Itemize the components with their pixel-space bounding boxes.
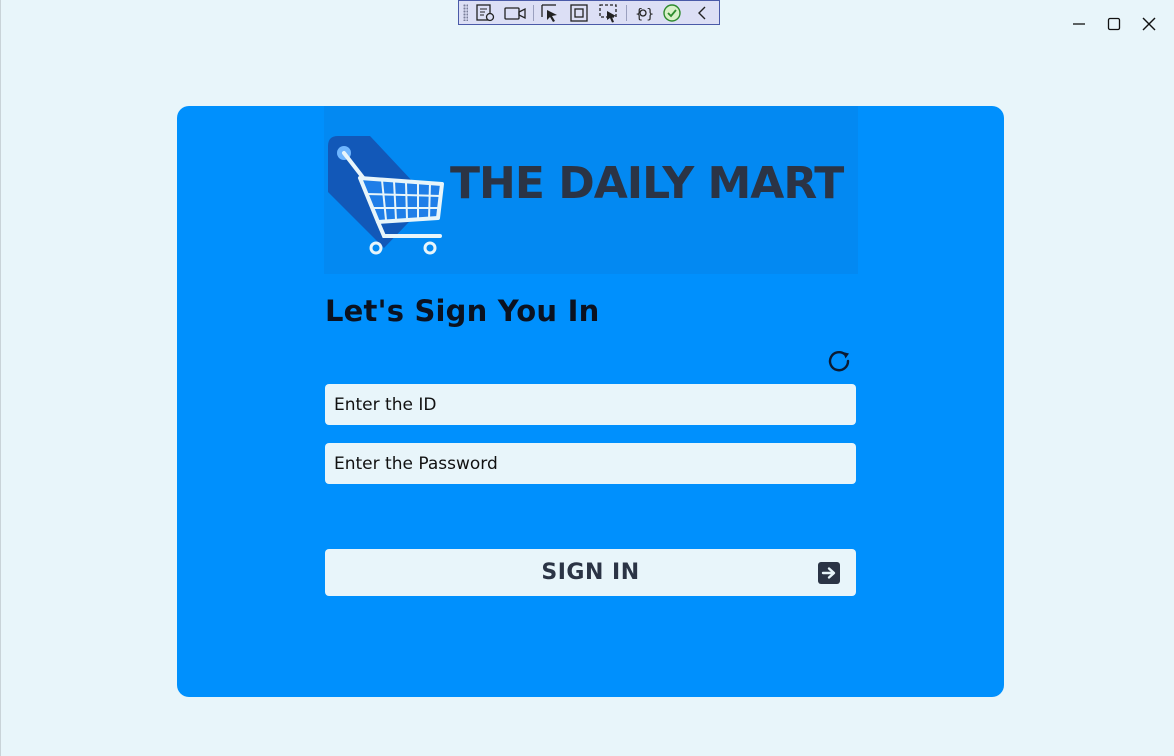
toolbar-grip[interactable] <box>463 4 468 21</box>
collapse-toolbar-icon[interactable] <box>690 3 714 23</box>
record-icon[interactable] <box>503 3 527 23</box>
live-visual-tree-icon[interactable] <box>474 3 498 23</box>
refresh-icon <box>828 351 850 372</box>
refresh-button[interactable] <box>826 347 854 375</box>
binding-failures-icon[interactable]: {} <box>631 3 655 23</box>
arrow-right-square-icon <box>818 562 840 584</box>
toolbar-separator <box>625 4 627 21</box>
signin-card: THE DAILY MART Let's Sign You In SIGN IN <box>177 106 1004 697</box>
id-input[interactable] <box>325 384 856 425</box>
svg-text:{: { <box>635 7 643 22</box>
close-icon <box>1142 17 1155 31</box>
brand-logo: THE DAILY MART <box>324 106 858 274</box>
signin-label: SIGN IN <box>541 560 640 585</box>
maximize-button[interactable] <box>1096 10 1131 38</box>
app-window: {} <box>0 0 1174 756</box>
brand-name: THE DAILY MART <box>450 158 844 209</box>
debug-toolbar: {} <box>458 0 720 25</box>
toolbar-separator <box>532 4 534 21</box>
maximize-icon <box>1107 17 1120 31</box>
window-controls <box>1061 10 1166 38</box>
close-button[interactable] <box>1131 10 1166 38</box>
hot-reload-icon[interactable] <box>660 3 684 23</box>
signin-button[interactable]: SIGN IN <box>325 549 856 596</box>
minimize-button[interactable] <box>1061 10 1096 38</box>
page-title: Let's Sign You In <box>325 294 600 328</box>
display-layout-adorners-icon[interactable] <box>567 3 591 23</box>
select-element-icon[interactable] <box>537 3 561 23</box>
password-input[interactable] <box>325 443 856 484</box>
track-focus-icon[interactable] <box>596 3 620 23</box>
svg-text:}: } <box>646 7 653 22</box>
shopping-cart-tag-icon <box>328 136 444 255</box>
minimize-icon <box>1072 23 1085 25</box>
